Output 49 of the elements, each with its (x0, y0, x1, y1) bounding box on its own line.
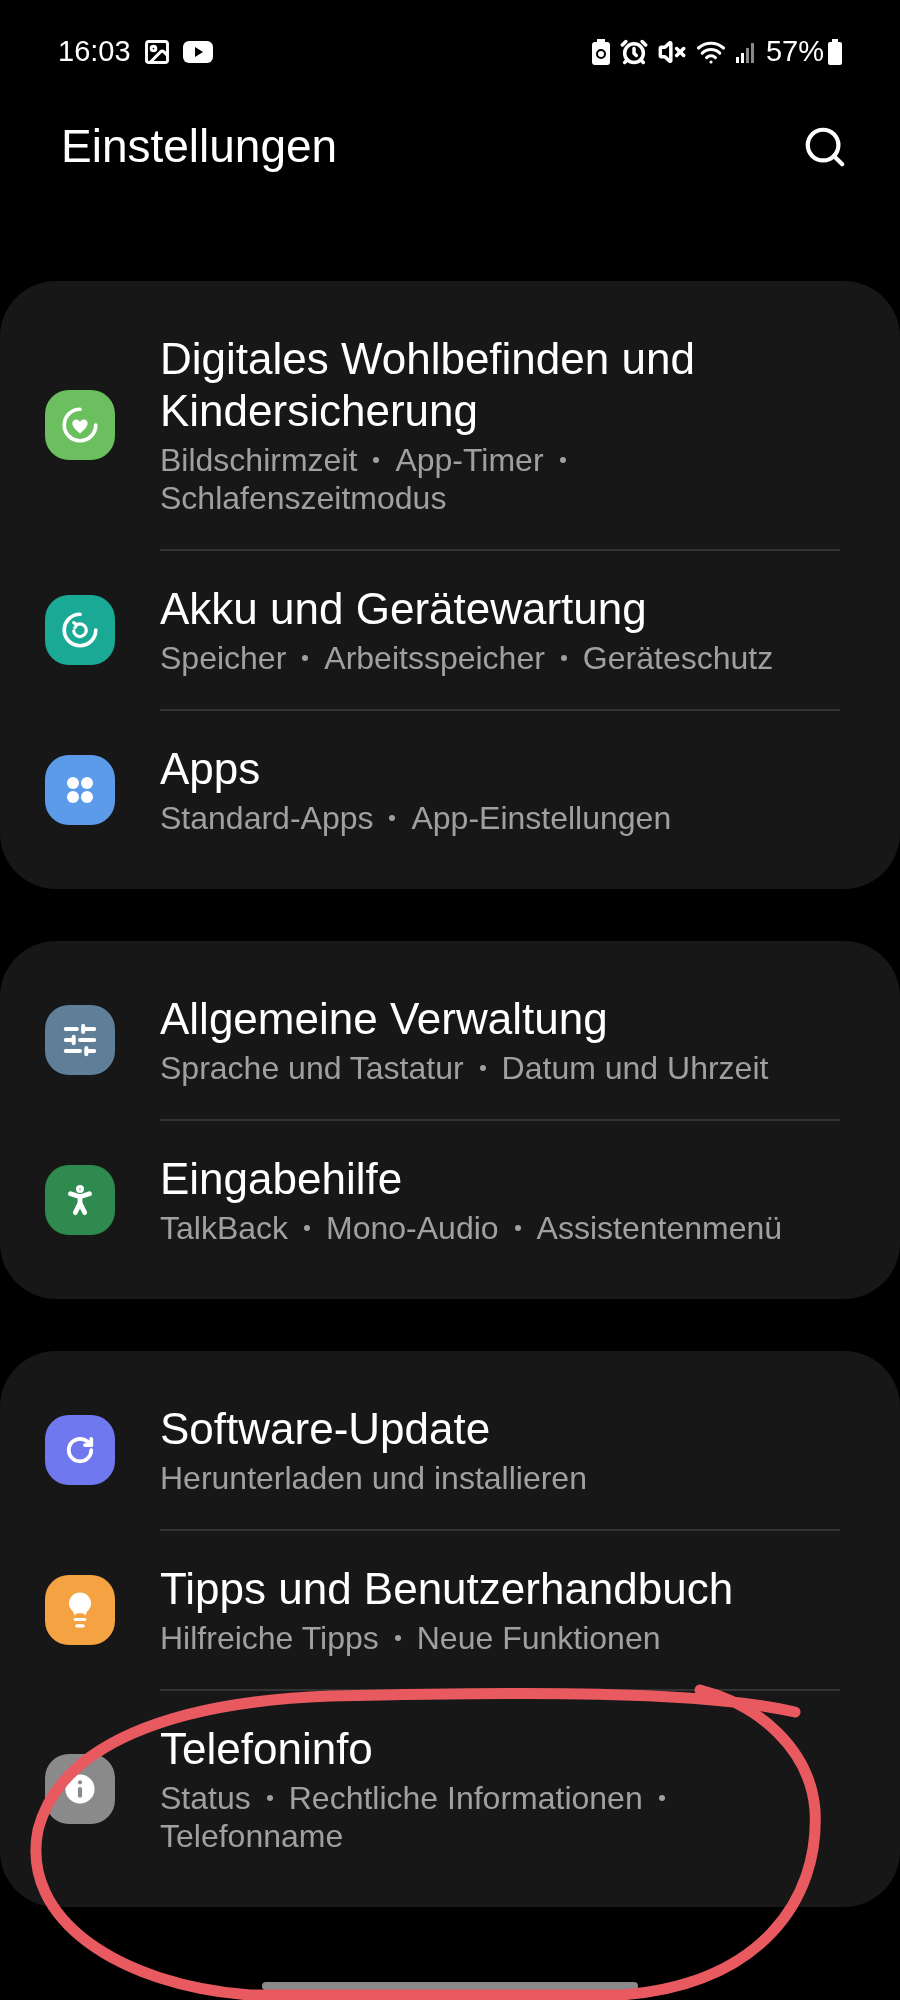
settings-item[interactable]: Digitales Wohlbefinden und Kindersicherung Bildschirmzeit App-Timer Schlafenszeitmodus (0, 301, 900, 549)
item-detail: Schlafenszeitmodus (160, 479, 447, 517)
sliders-icon (61, 1021, 99, 1059)
settings-item[interactable]: Akku und Gerätewartung Speicher Arbeitsspeicher Geräteschutz (0, 551, 900, 709)
update-icon (65, 1435, 95, 1465)
play-icon (182, 41, 213, 63)
settings-item[interactable]: Eingabehilfe TalkBack Mono-Audio Assistentenmenü (0, 1121, 900, 1279)
battery-icon (828, 39, 842, 65)
item-detail: Mono-Audio (326, 1209, 499, 1247)
item-detail: Status (160, 1779, 251, 1817)
settings-item[interactable]: Apps Standard-Apps App-Einstellungen (0, 711, 900, 869)
item-detail: Geräteschutz (582, 639, 774, 677)
battery-percent: 57% (765, 34, 824, 70)
page-title: Einstellungen (61, 119, 338, 174)
item-title: Telefoninfo (160, 1723, 374, 1775)
heart-ring-icon (59, 404, 101, 446)
item-detail: Rechtliche Informationen (288, 1779, 643, 1817)
image-icon (142, 38, 171, 66)
settings-item[interactable]: Allgemeine Verwaltung Sprache und Tastatur Datum und Uhrzeit (0, 961, 900, 1119)
item-detail: TalkBack (160, 1209, 289, 1247)
item-title: Tipps und Benutzerhandbuch (160, 1563, 734, 1615)
settings-item[interactable]: Tipps und Benutzerhandbuch Hilfreiche Tipps Neue Funktionen (0, 1531, 900, 1689)
refresh-ring-icon (59, 609, 101, 651)
battery-saver-icon (591, 39, 610, 65)
item-detail: Herunterladen und installieren (160, 1459, 587, 1497)
mute-icon (657, 38, 686, 66)
item-title: Software-Update (160, 1403, 492, 1455)
item-detail: Speicher (160, 639, 287, 677)
item-title: Akku und Gerätewartung (160, 583, 648, 635)
item-detail: Telefonname (160, 1817, 344, 1855)
item-title: Apps (160, 743, 262, 795)
item-detail: Bildschirmzeit (160, 441, 358, 479)
item-detail: Assistentenmenü (536, 1209, 783, 1247)
item-detail: Standard-Apps (160, 799, 374, 837)
settings-item[interactable]: Software-Update Herunterladen und installieren (0, 1371, 900, 1529)
item-detail: Sprache und Tastatur (160, 1049, 464, 1087)
item-detail: Datum und Uhrzeit (501, 1049, 769, 1087)
item-title: Digitales Wohlbefinden und Kindersicherung (160, 333, 696, 437)
item-title: Allgemeine Verwaltung (160, 993, 609, 1045)
item-detail: Hilfreiche Tipps (160, 1619, 379, 1657)
item-detail: Neue Funktionen (416, 1619, 661, 1657)
item-detail: Arbeitsspeicher (324, 639, 545, 677)
signal-icon (735, 41, 756, 63)
status-time: 16:03 (58, 34, 131, 70)
item-detail: App-Einstellungen (411, 799, 672, 837)
item-detail: App-Timer (395, 441, 544, 479)
settings-item[interactable]: Telefoninfo Status Rechtliche Informationen Telefonname (0, 1691, 900, 1887)
item-title: Eingabehilfe (160, 1153, 404, 1205)
alarm-icon (619, 38, 648, 66)
